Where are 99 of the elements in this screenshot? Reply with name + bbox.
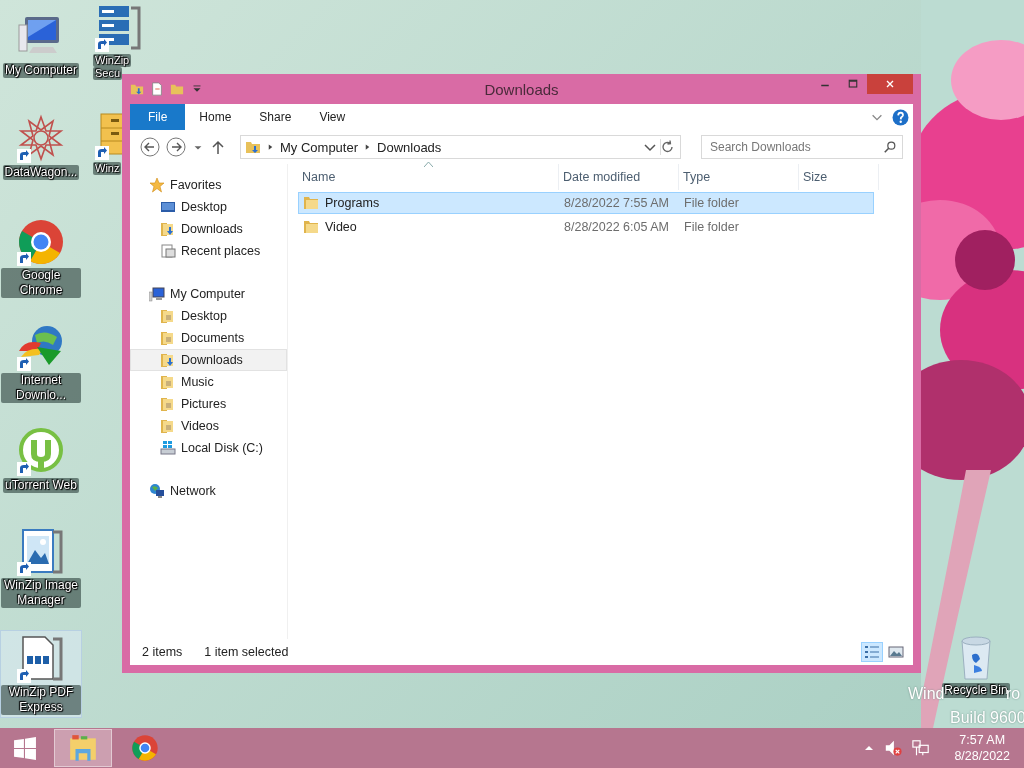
close-button[interactable] <box>867 74 913 94</box>
folder-icon <box>303 220 319 234</box>
windows-logo-icon[interactable] <box>14 736 36 760</box>
nav-item[interactable]: Pictures <box>130 393 287 415</box>
network-icon <box>149 483 165 499</box>
folder-icon <box>160 396 176 412</box>
icon-label: My Computer <box>3 63 79 78</box>
type-cell-text: File folder <box>683 220 740 234</box>
network-icon[interactable] <box>912 739 931 757</box>
desktop-icon[interactable]: My Computer <box>0 8 82 81</box>
folder-icon <box>160 330 176 346</box>
file-menu-button[interactable]: File <box>130 104 186 130</box>
nav-item[interactable]: Network <box>130 480 287 502</box>
pdf-file-icon <box>22 636 63 681</box>
maximize-icon[interactable] <box>847 78 859 90</box>
up-arrow-icon[interactable] <box>210 139 226 155</box>
breadcrumb-arrow-icon[interactable] <box>364 143 372 151</box>
folder-icon <box>160 308 176 324</box>
clock-date: 8/28/2022 <box>954 748 1010 764</box>
search-field[interactable]: Search Downloads <box>701 135 903 159</box>
desktop-icon[interactable]: uTorrent Web <box>0 423 82 496</box>
folder-icon <box>303 196 319 210</box>
nav-item[interactable]: Documents <box>130 327 287 349</box>
star-pattern-icon <box>18 114 64 162</box>
type-cell-text: File folder <box>683 196 740 210</box>
nav-item[interactable]: Recent places <box>130 240 287 262</box>
show-hidden-icons-icon[interactable] <box>864 743 875 753</box>
back-button[interactable] <box>140 137 160 157</box>
disk-drive-icon <box>160 440 176 456</box>
desktop-icon[interactable]: Internet Downlo... <box>0 318 82 406</box>
details-view-button[interactable] <box>861 642 883 662</box>
image-file-icon <box>22 529 63 574</box>
column-header[interactable]: Name <box>298 164 559 190</box>
icon-label: uTorrent Web <box>3 478 79 493</box>
desktop-icon[interactable]: Google Chrome <box>0 213 82 301</box>
address-bar[interactable]: My Computer Downloads <box>240 135 681 159</box>
computer-icon <box>18 17 59 53</box>
folder-icon <box>245 139 261 155</box>
recent-places-icon <box>160 243 176 259</box>
breadcrumb[interactable]: My Computer <box>280 139 359 155</box>
globe-arrow-icon <box>19 326 62 365</box>
file-name: Programs <box>325 196 380 210</box>
document-icon[interactable] <box>150 82 164 96</box>
download-folder-icon <box>160 352 176 368</box>
close-icon[interactable] <box>884 78 896 90</box>
search-icon[interactable] <box>883 140 897 154</box>
nav-item[interactable]: Desktop <box>130 196 287 218</box>
folder-icon[interactable] <box>130 82 144 96</box>
icon-label: DataWagon... <box>2 165 80 180</box>
chrome-icon[interactable] <box>130 733 160 763</box>
file-cabinet-icon[interactable] <box>100 113 122 155</box>
muted-speaker-icon[interactable] <box>884 739 903 757</box>
folder-icon[interactable] <box>68 733 98 763</box>
nav-item[interactable]: Local Disk (C:) <box>130 437 287 459</box>
star-icon <box>149 177 165 193</box>
selection-count: 1 item selected <box>204 645 289 659</box>
icon-label: WinZip Image Manager <box>1 578 81 608</box>
forward-button[interactable] <box>166 137 186 157</box>
nav-item[interactable]: Videos <box>130 415 287 437</box>
column-header[interactable]: Date modified <box>559 164 679 190</box>
clock-time: 7:57 AM <box>959 732 1006 748</box>
desktop-icon <box>160 199 176 215</box>
clock[interactable]: 7:57 AM 8/28/2022 <box>954 732 1010 764</box>
help-icon[interactable] <box>892 108 909 126</box>
nav-item[interactable]: Music <box>130 371 287 393</box>
nav-item[interactable]: Downloads <box>130 349 287 371</box>
breadcrumb-arrow-icon[interactable] <box>267 143 274 151</box>
file-row[interactable]: Programs 8/28/2022 7:55 AM File folder <box>298 192 874 214</box>
folder-icon <box>160 418 176 434</box>
date-cell-text: 8/28/2022 6:05 AM <box>563 220 670 234</box>
item-count: 2 items <box>142 645 183 659</box>
download-folder-icon <box>160 221 176 237</box>
breadcrumb[interactable]: Downloads <box>377 139 442 155</box>
nav-item[interactable]: Downloads <box>130 218 287 240</box>
icon-label: Internet Downlo... <box>1 373 81 403</box>
icon-label[interactable]: Winz <box>93 162 122 175</box>
nav-item[interactable]: Favorites <box>130 174 287 196</box>
nav-item[interactable]: Desktop <box>130 305 287 327</box>
computer-icon <box>149 286 165 302</box>
chrome-icon <box>19 220 63 264</box>
nav-item[interactable]: My Computer <box>130 283 287 305</box>
file-row[interactable]: Video 8/28/2022 6:05 AM File folder <box>298 216 874 238</box>
icon-label: Google Chrome <box>1 268 81 298</box>
desktop-icon[interactable]: Recycle Bin <box>944 628 1008 701</box>
desktop-icon[interactable]: WinZip Image Manager <box>0 523 82 611</box>
icon-label[interactable]: WinZip <box>93 54 132 67</box>
icon-label[interactable]: Secu <box>93 67 123 80</box>
folder-icon <box>160 374 176 390</box>
icon-label: WinZip PDF Express <box>1 685 81 715</box>
date-cell-text: 8/28/2022 7:55 AM <box>563 196 670 210</box>
column-header[interactable]: Type <box>679 164 799 190</box>
ribbon-tab[interactable]: Home <box>185 104 246 130</box>
ribbon-tab[interactable]: Share <box>245 104 306 130</box>
column-header[interactable]: Size <box>799 164 879 190</box>
ribbon-tab[interactable]: View <box>305 104 360 130</box>
desktop-icon[interactable]: DataWagon... <box>0 110 82 183</box>
window-title: Downloads <box>483 80 560 98</box>
file-name: Video <box>325 220 357 234</box>
desktop-icon[interactable]: WinZip PDF Express <box>0 630 82 718</box>
